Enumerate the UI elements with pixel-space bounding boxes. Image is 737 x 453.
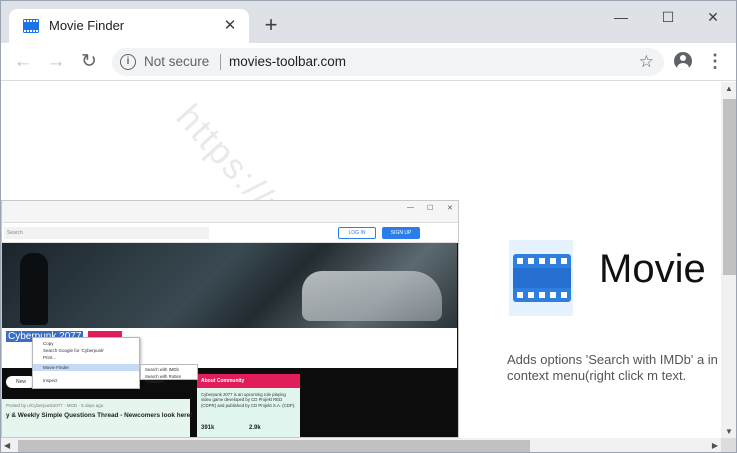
kebab-menu-icon[interactable]: ⋮ bbox=[706, 52, 724, 72]
embedded-close-icon: ✕ bbox=[447, 205, 453, 212]
forward-button[interactable]: → bbox=[44, 51, 68, 73]
embedded-banner-image bbox=[2, 243, 457, 328]
embedded-thread: Posted by u/Cyberpunk2077 · MOD · 5 days… bbox=[2, 399, 193, 437]
scroll-left-arrow-icon[interactable]: ◀ bbox=[4, 441, 10, 450]
scrollbar-corner bbox=[721, 438, 736, 452]
ctx-item: Print... bbox=[43, 355, 57, 360]
maximize-button[interactable]: ☐ bbox=[654, 7, 682, 27]
star-icon[interactable]: ☆ bbox=[639, 52, 654, 72]
scroll-down-arrow-icon[interactable]: ▼ bbox=[725, 427, 733, 436]
new-tab-button[interactable]: + bbox=[259, 14, 283, 38]
back-button[interactable]: ← bbox=[11, 51, 35, 73]
thread-title: y & Weekly Simple Questions Thread - New… bbox=[6, 412, 193, 419]
account-icon[interactable] bbox=[674, 52, 692, 70]
promo-title: Movie bbox=[599, 247, 706, 291]
tab-close-icon[interactable]: ✕ bbox=[221, 17, 239, 35]
embedded-community-card: About Community Cyberpunk 2077 is an upc… bbox=[197, 374, 300, 437]
card-heading: About Community bbox=[197, 374, 300, 388]
scroll-right-arrow-icon[interactable]: ▶ bbox=[712, 441, 718, 450]
security-label[interactable]: Not secure bbox=[144, 54, 209, 69]
address-bar[interactable]: i Not secure movies-toolbar.com ☆ bbox=[112, 48, 664, 76]
embedded-screenshot: — ☐ ✕ Search LOG IN SIGN UP Cyberpunk 20… bbox=[1, 200, 459, 438]
page-viewport: https://www.pcrisk.com — ☐ ✕ Search LOG … bbox=[1, 82, 721, 438]
promo-description: Adds options 'Search with IMDb' a in the… bbox=[507, 352, 721, 383]
tab-movie-finder[interactable]: Movie Finder ✕ bbox=[9, 9, 249, 43]
banner-figure bbox=[20, 253, 48, 325]
omnibox-divider bbox=[220, 54, 221, 70]
scroll-up-arrow-icon[interactable]: ▲ bbox=[725, 84, 733, 93]
minimize-button[interactable]: — bbox=[607, 7, 635, 27]
thread-meta: Posted by u/Cyberpunk2077 · MOD · 5 days… bbox=[6, 403, 104, 408]
embedded-signup: SIGN UP bbox=[382, 227, 420, 239]
embedded-submenu: Search with IMDb Search with Rotten Toma… bbox=[140, 364, 198, 384]
embedded-minimize-icon: — bbox=[407, 204, 414, 211]
info-icon[interactable]: i bbox=[120, 54, 136, 70]
horizontal-scrollbar[interactable]: ◀ ▶ bbox=[1, 438, 721, 452]
url-text[interactable]: movies-toolbar.com bbox=[229, 54, 346, 69]
ctx-item-movie-finder: Movie Finder bbox=[43, 365, 70, 370]
reload-button[interactable]: ↻ bbox=[77, 51, 101, 73]
card-stat-members: 391k bbox=[201, 425, 215, 431]
embedded-login: LOG IN bbox=[338, 227, 376, 239]
browser-toolbar: ← → ↻ i Not secure movies-toolbar.com ☆ … bbox=[1, 43, 736, 81]
ctx-item: Copy bbox=[43, 341, 54, 346]
submenu-item: Search with IMDb bbox=[145, 367, 179, 372]
tab-strip: Movie Finder ✕ + — ☐ ✕ bbox=[1, 1, 736, 43]
tab-title: Movie Finder bbox=[49, 18, 125, 33]
horizontal-scroll-thumb[interactable] bbox=[18, 440, 530, 452]
embedded-site-header: Search LOG IN SIGN UP bbox=[2, 223, 458, 243]
submenu-item: Search with Rotten Tomatoes bbox=[145, 374, 182, 384]
embedded-context-menu: Copy Search Google for 'Cyberpunk' Print… bbox=[32, 337, 140, 389]
ctx-item: Search Google for 'Cyberpunk' bbox=[43, 348, 105, 353]
ctx-item: Inspect bbox=[43, 378, 58, 383]
vertical-scrollbar[interactable]: ▲ ▼ bbox=[721, 82, 736, 438]
embedded-browser-chrome: — ☐ ✕ bbox=[2, 201, 458, 223]
embedded-maximize-icon: ☐ bbox=[427, 205, 434, 212]
card-stat-online: 2.9k bbox=[249, 425, 261, 431]
banner-vehicle bbox=[302, 271, 442, 321]
card-text: Cyberpunk 2077 is an upcoming role playi… bbox=[201, 392, 296, 408]
embedded-search: Search bbox=[4, 227, 209, 239]
vertical-scroll-thumb[interactable] bbox=[723, 99, 736, 275]
film-icon bbox=[23, 19, 39, 33]
close-window-button[interactable]: ✕ bbox=[699, 7, 727, 27]
browser-window: Movie Finder ✕ + — ☐ ✕ ← → ↻ i Not secur… bbox=[0, 0, 737, 453]
movie-logo-icon bbox=[509, 240, 573, 316]
